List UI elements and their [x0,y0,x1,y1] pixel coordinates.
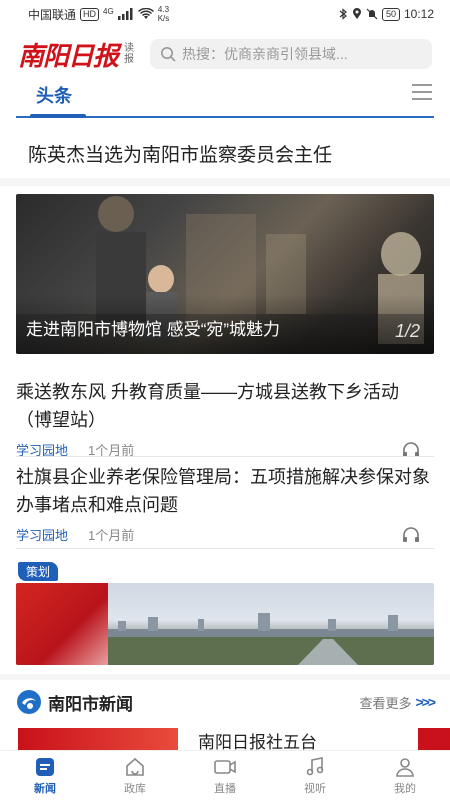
app-logo[interactable]: 南阳日报 [18,36,119,73]
featured-carousel[interactable]: 走进南阳市博物馆 感受“宛”城魅力 1/2 [16,194,434,354]
list-divider [16,548,434,549]
signal-type: 4G [103,6,114,16]
nav-label: 新闻 [34,782,56,795]
speed-value: 4.3 [157,5,170,14]
article-item[interactable]: 社旗县企业养老保险管理局：五项措施解决参保对象办事堵点和难点问题 学习园地 1个… [16,463,434,544]
home-icon [126,757,144,776]
news-preview-row[interactable]: 南阳日报社五台 [18,726,450,752]
article-meta: 学习园地 1个月前 [16,525,434,544]
wifi-icon [137,8,154,19]
nav-label: 视听 [304,782,326,795]
read-paper-link[interactable]: 读报 [124,43,136,65]
tab-headlines[interactable]: 头条 [36,82,72,108]
nav-live[interactable]: 直播 [180,751,270,800]
nav-news[interactable]: 新闻 [0,751,90,800]
top-headline[interactable]: 陈英杰当选为南阳市监察委员会主任 [28,140,332,167]
search-placeholder: 热搜：优商亲商引领县域... [182,46,348,62]
planning-tag: 策划 [18,562,59,581]
tab-active-indicator [30,114,86,118]
article-title: 社旗县企业养老保险管理局：五项措施解决参保对象办事堵点和难点问题 [16,467,430,515]
section-divider [0,178,450,186]
see-more-link[interactable]: 查看更多 >>> [359,693,435,712]
hd-badge: HD [80,7,100,21]
carousel-page-indicator: 1/2 [394,321,420,341]
city-skyline [108,613,434,665]
network-speed: 4.3 K/s [158,5,170,23]
app-header: 南阳日报 读报 热搜：优商亲商引领县域... [0,34,450,74]
article-source[interactable]: 学习园地 [16,525,68,544]
nav-label: 政库 [124,782,146,795]
music-icon [306,756,324,775]
news-thumbnail [18,728,178,752]
news-icon [36,757,54,776]
chevron-right-icon: >>> [415,694,435,710]
see-more-label: 查看更多 [359,695,412,711]
list-divider [16,456,434,457]
battery-indicator: 50 [381,7,400,21]
section-divider [0,674,450,680]
article-title: 乘送教东风 升教育质量——方城县送教下乡活动（博望站） [16,382,399,430]
article-time: 1个月前 [88,528,135,543]
nav-policy[interactable]: 政库 [90,751,180,800]
search-icon [161,47,176,62]
bluetooth-icon [339,8,347,20]
nav-label: 直播 [214,782,236,795]
nav-audio-video[interactable]: 视听 [270,751,360,800]
clock: 10:12 [403,7,434,21]
nav-mine[interactable]: 我的 [360,751,450,800]
bottom-navigation: 新闻 政库 直播 视听 我的 [0,750,450,800]
search-bar[interactable]: 热搜：优商亲商引领县域... [150,39,432,69]
video-icon [214,759,236,774]
planning-banner[interactable] [16,583,434,665]
speed-unit: K/s [157,14,170,23]
section-header: 南阳市新闻 查看更多 >>> [16,688,436,716]
signal-icon [117,8,133,20]
location-icon [352,8,361,19]
channel-tabs: 头条 [16,78,434,118]
article-item[interactable]: 乘送教东风 升教育质量——方城县送教下乡活动（博望站） 学习园地 1个月前 [16,378,434,459]
section-logo-icon [17,690,41,714]
user-icon [396,757,414,777]
carrier-label: 中国联通 [28,7,77,22]
carousel-caption: 走进南阳市博物馆 感受“宛”城魅力 [26,320,281,339]
channel-menu-icon[interactable] [412,84,432,100]
nav-label: 我的 [394,782,416,795]
mute-icon [366,8,378,20]
news-thumbnail [418,728,450,752]
banner-red-panel [16,583,108,665]
headphone-icon[interactable] [402,526,420,543]
status-bar: 中国联通 HD 4G 4.3 K/s 50 10:12 [0,0,450,28]
section-title: 南阳市新闻 [48,694,133,714]
